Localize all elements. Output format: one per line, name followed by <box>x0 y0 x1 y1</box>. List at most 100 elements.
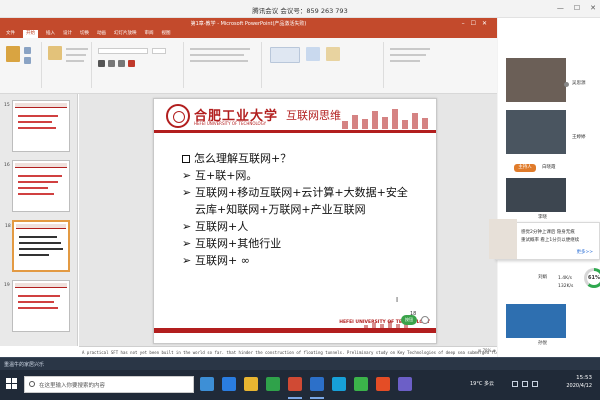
bullet-text: 互+联+网。 <box>195 169 258 182</box>
copy-icon[interactable] <box>24 57 31 64</box>
slide-thumbnail[interactable]: 16 <box>4 160 70 212</box>
tencent-meeting-icon[interactable] <box>310 377 324 391</box>
tab-view[interactable]: 视图 <box>162 30 171 38</box>
arrange-icon[interactable] <box>306 47 320 61</box>
bullet-item: ➢ 互+联+网。 <box>182 167 428 184</box>
header-decoration <box>338 105 436 129</box>
quick-styles-icon[interactable] <box>326 47 340 61</box>
notification-popup[interactable]: 感觉2分钟上课后 隐身无痕 重试概率 看上1分页以便继续 更多>> <box>489 219 600 260</box>
ppt-ribbon <box>0 38 497 94</box>
arrow-bullet-icon: ➢ <box>182 237 192 250</box>
ribbon-group-paragraph <box>186 42 262 88</box>
slide-thumbnail[interactable]: 15 <box>4 100 70 152</box>
participant-name: 刘娟 <box>538 275 547 280</box>
bullet-text: 互联网+ ∞ <box>195 254 250 267</box>
shapes-gallery[interactable] <box>270 47 300 63</box>
app-icon[interactable] <box>376 377 390 391</box>
floating-action-badge[interactable]: 按钮 <box>401 315 417 325</box>
tab-slideshow[interactable]: 幻灯片放映 <box>114 30 137 38</box>
network-gauge: 61% <box>584 268 600 288</box>
tab-home[interactable]: 开始 <box>23 30 38 38</box>
tab-file[interactable]: 文件 <box>6 30 15 38</box>
tab-transitions[interactable]: 切换 <box>80 30 89 38</box>
participant-video[interactable] <box>506 110 566 154</box>
arrow-bullet-icon: ➢ <box>182 254 192 267</box>
font-size-select[interactable] <box>152 48 166 54</box>
font-name-select[interactable] <box>98 48 148 54</box>
bullet-item: ➢ 互联网+ ∞ <box>182 252 428 269</box>
taskbar-search[interactable]: 在这里输入你要搜索的内容 <box>24 376 194 393</box>
maximize-icon[interactable]: ☐ <box>574 4 580 12</box>
mouse-cursor-icon: I <box>396 296 399 304</box>
search-placeholder: 在这里输入你要搜索的内容 <box>39 383 106 389</box>
slide-thumbnail-selected[interactable]: 18 <box>5 220 70 272</box>
participant-name: 王婷婷 <box>572 135 586 140</box>
shared-screen: 第1章-教学 - Microsoft PowerPoint(产品激活失败) –☐… <box>0 18 497 357</box>
bold-icon[interactable] <box>98 60 105 67</box>
clock-date: 2020/4/12 <box>566 383 592 389</box>
slide-editing-canvas[interactable]: 合肥工业大学 HEFEI UNIVERSITY OF TECHNOLOGY 互联… <box>79 94 497 346</box>
ribbon-group-drawing <box>264 42 384 88</box>
checkbox-bullet-icon <box>182 155 190 163</box>
volume-icon[interactable] <box>522 381 528 387</box>
powerpoint-icon[interactable] <box>288 377 302 391</box>
participant-name: 吴思源 <box>572 81 586 86</box>
cut-icon[interactable] <box>24 47 31 54</box>
slide-header: 合肥工业大学 HEFEI UNIVERSITY OF TECHNOLOGY 互联… <box>154 99 436 133</box>
participant-video[interactable] <box>506 304 566 338</box>
tab-design[interactable]: 设计 <box>63 30 72 38</box>
slide-thumbnail-pane: 15 16 18 19 <box>0 94 78 346</box>
network-icon[interactable] <box>512 381 518 387</box>
paste-icon[interactable] <box>6 46 20 62</box>
floating-circle-button[interactable] <box>421 316 429 324</box>
new-slide-icon[interactable] <box>48 46 62 60</box>
meeting-window-controls: — ☐ ✕ <box>557 4 596 12</box>
tab-animations[interactable]: 动画 <box>97 30 106 38</box>
bullet-text: 互联网+移动互联网+云计算+大数据+安全 <box>195 186 408 199</box>
font-color-icon[interactable] <box>128 60 135 67</box>
current-slide[interactable]: 合肥工业大学 HEFEI UNIVERSITY OF TECHNOLOGY 互联… <box>153 98 437 344</box>
weather-widget[interactable]: 19°C 多云 <box>470 380 494 387</box>
close-icon[interactable]: ✕ <box>590 4 596 12</box>
italic-icon[interactable] <box>108 60 115 67</box>
wechat-icon[interactable] <box>354 377 368 391</box>
minimize-icon[interactable]: — <box>557 4 564 12</box>
popup-more-link[interactable]: 更多>> <box>576 249 593 255</box>
ppt-window-title: 第1章-教学 - Microsoft PowerPoint(产品激活失败) <box>190 21 307 27</box>
zoom-status[interactable]: ⊞ 78% ⊕ <box>420 348 496 356</box>
thumbnail-number: 18 <box>5 224 11 229</box>
tab-review[interactable]: 审阅 <box>145 30 154 38</box>
slide-thumbnail[interactable]: 19 <box>4 280 70 332</box>
bullet-item-continuation: 云库+知联网+万联网+产业互联网 <box>182 201 428 218</box>
participant-video[interactable] <box>506 58 566 102</box>
app-icon[interactable] <box>398 377 412 391</box>
participant-video[interactable] <box>506 178 566 212</box>
bullet-item: ➢ 互联网+人 <box>182 218 428 235</box>
bullet-text: 云库+知联网+万联网+产业互联网 <box>195 203 366 216</box>
ppt-window-controls[interactable]: –☐✕ <box>462 18 493 30</box>
active-app-indicator <box>310 397 324 399</box>
participants-panel: 吴思源 王婷婷 主持人 白晓霞 李晓 刘娟 1.4K/s 132K/s 孙悦 <box>498 18 600 357</box>
tab-insert[interactable]: 插入 <box>46 30 55 38</box>
edge-icon[interactable] <box>222 377 236 391</box>
task-view-icon[interactable] <box>200 377 214 391</box>
underline-icon[interactable] <box>118 60 125 67</box>
ppt-ribbon-tabs: 文件 开始 插入 设计 切换 动画 幻灯片放映 审阅 视图 <box>0 30 497 38</box>
popup-line2: 重试概率 看上1分页以便继续 <box>521 238 580 243</box>
clock[interactable]: 15:53 2020/4/12 <box>566 375 592 389</box>
toast-label: 重温牛的家居兴乐 <box>4 362 45 368</box>
participant-name: 白晓霞 <box>542 165 556 170</box>
search-icon <box>29 381 35 387</box>
clock-time: 15:53 <box>576 375 592 381</box>
host-tag: 主持人 <box>514 164 536 172</box>
windows-start-icon[interactable] <box>6 378 18 390</box>
thumbnail-number: 15 <box>4 103 10 108</box>
ribbon-group-font <box>94 42 184 88</box>
ime-icon[interactable] <box>532 381 538 387</box>
qq-icon[interactable] <box>332 377 346 391</box>
chrome-icon[interactable] <box>266 377 280 391</box>
file-explorer-icon[interactable] <box>244 377 258 391</box>
meeting-toolbar-strip: 重温牛的家居兴乐 <box>0 357 600 370</box>
ribbon-group-slides <box>44 42 92 88</box>
slide-bullet-list[interactable]: 怎么理解互联网+？ ➢ 互+联+网。 ➢ 互联网+移动互联网+云计算+大数据+安全 … <box>182 150 428 269</box>
